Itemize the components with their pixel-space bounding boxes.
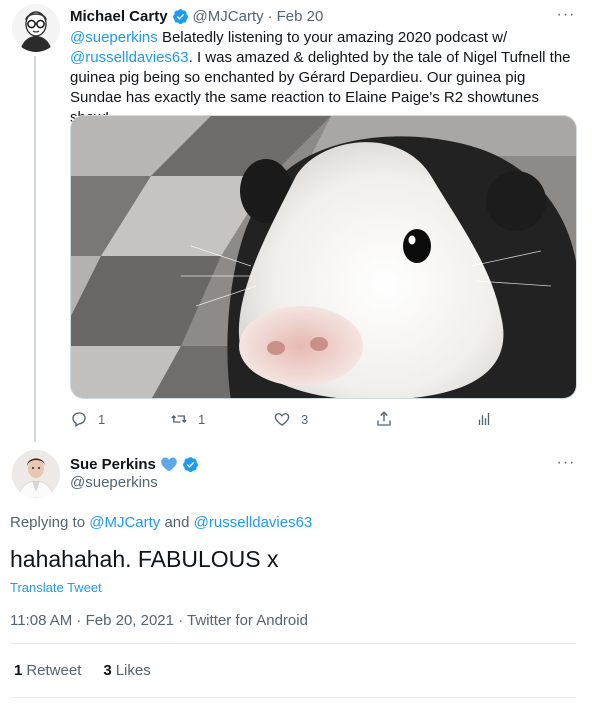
guinea-pig-photo — [71, 116, 576, 398]
thread-line — [34, 56, 36, 442]
like-button[interactable]: 3 — [273, 410, 308, 428]
likes-label[interactable]: Likes — [116, 662, 151, 679]
author-handle[interactable]: @MJCarty — [193, 8, 264, 25]
verified-badge-icon — [172, 8, 188, 24]
separator: · — [267, 7, 273, 25]
likes-count[interactable]: 3 — [103, 662, 111, 679]
divider — [10, 643, 576, 644]
more-options-icon[interactable]: ··· — [556, 454, 576, 472]
tweet-text: hahahahah. FABULOUS x — [10, 546, 279, 572]
share-button[interactable] — [375, 410, 393, 428]
reply-count: 1 — [98, 411, 106, 427]
tweet-photo[interactable] — [70, 115, 577, 399]
tweet-header: Sue Perkins — [70, 454, 203, 474]
retweet-count: 1 — [198, 411, 206, 427]
retweet-icon — [171, 415, 187, 423]
analytics-icon — [478, 413, 490, 425]
tweet-header: Michael Carty @MJCarty · Feb 20 — [70, 6, 323, 26]
translate-tweet-link[interactable]: Translate Tweet — [10, 580, 102, 595]
author-name[interactable]: Sue Perkins — [70, 456, 156, 473]
mention-link[interactable]: @MJCarty — [89, 514, 160, 531]
divider — [10, 697, 576, 698]
tweet-thread: Michael Carty @MJCarty · Feb 20 ··· @sue… — [0, 0, 592, 706]
mention-link[interactable]: @sueperkins — [70, 29, 158, 46]
share-icon — [377, 411, 391, 426]
mention-link[interactable]: @russelldavies63 — [194, 514, 313, 531]
parent-tweet[interactable]: Michael Carty @MJCarty · Feb 20 ··· @sue… — [0, 0, 592, 442]
tweet-timestamp[interactable]: 11:08 AM · Feb 20, 2021 · Twitter for An… — [10, 612, 308, 629]
tweet-text: @sueperkins Belatedly listening to your … — [70, 28, 580, 128]
reply-button[interactable]: 1 — [70, 410, 105, 428]
heart-icon — [274, 413, 290, 426]
mention-link[interactable]: @russelldavies63 — [70, 49, 189, 66]
avatar[interactable] — [12, 450, 60, 498]
tweet-text-segment: Belatedly listening to your amazing 2020… — [157, 29, 508, 46]
replying-to: Replying to @MJCarty and @russelldavies6… — [10, 514, 312, 531]
blue-heart-icon — [161, 457, 177, 472]
more-options-icon[interactable]: ··· — [556, 6, 576, 24]
reply-icon — [72, 412, 86, 427]
tweet-stats: 1 Retweet 3 Likes — [14, 662, 151, 679]
retweets-label[interactable]: Retweet — [26, 662, 81, 679]
like-count: 3 — [301, 411, 309, 427]
tweet-actions: 1 1 3 — [70, 406, 500, 432]
avatar[interactable] — [12, 4, 60, 52]
author-name[interactable]: Michael Carty — [70, 8, 168, 25]
verified-badge-icon — [182, 456, 198, 472]
analytics-button[interactable] — [475, 410, 493, 428]
replying-label: Replying to — [10, 514, 90, 531]
tweet-date[interactable]: Feb 20 — [277, 8, 324, 25]
replying-and: and — [160, 514, 194, 531]
retweet-button[interactable]: 1 — [170, 410, 205, 428]
author-handle[interactable]: @sueperkins — [70, 474, 158, 491]
retweets-count[interactable]: 1 — [14, 662, 22, 679]
